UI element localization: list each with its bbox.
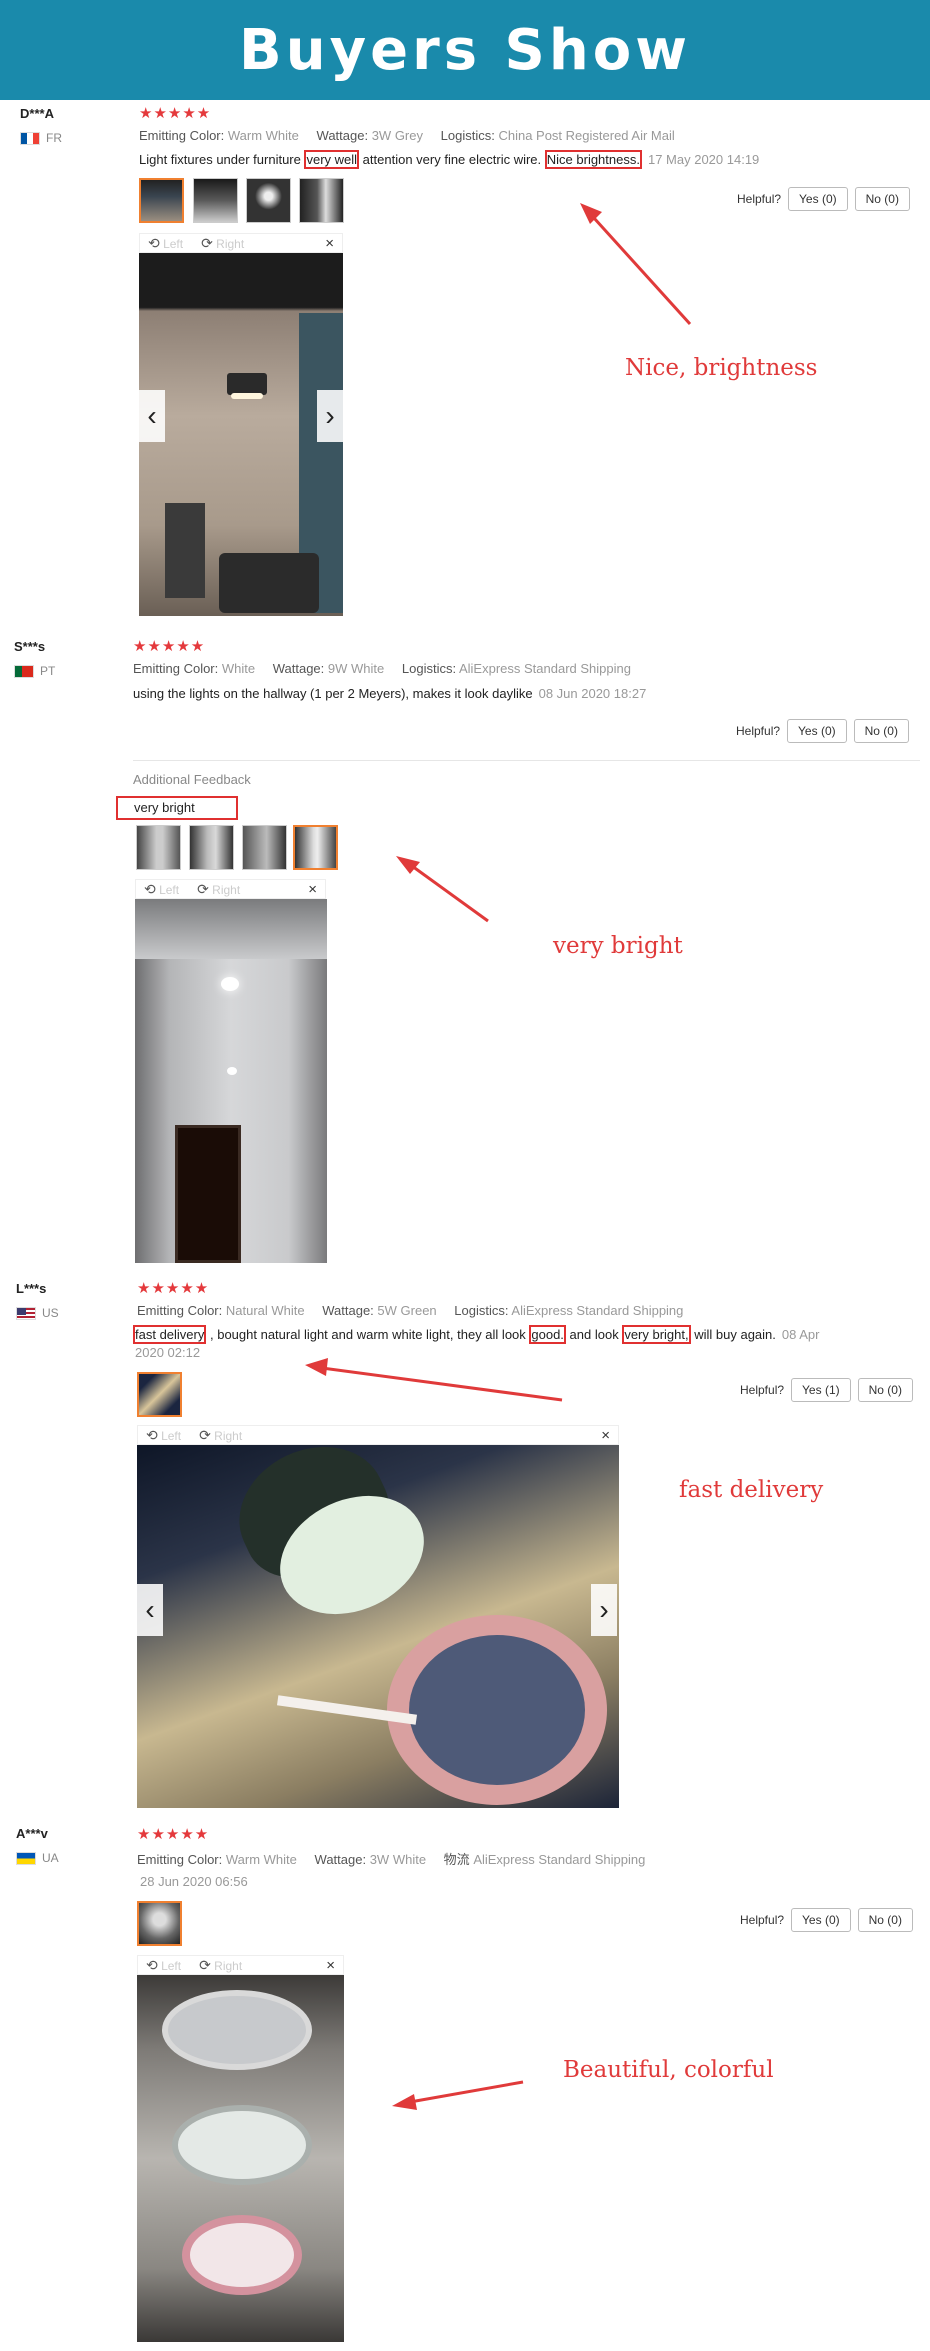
annotation-arrow	[392, 2080, 524, 2110]
